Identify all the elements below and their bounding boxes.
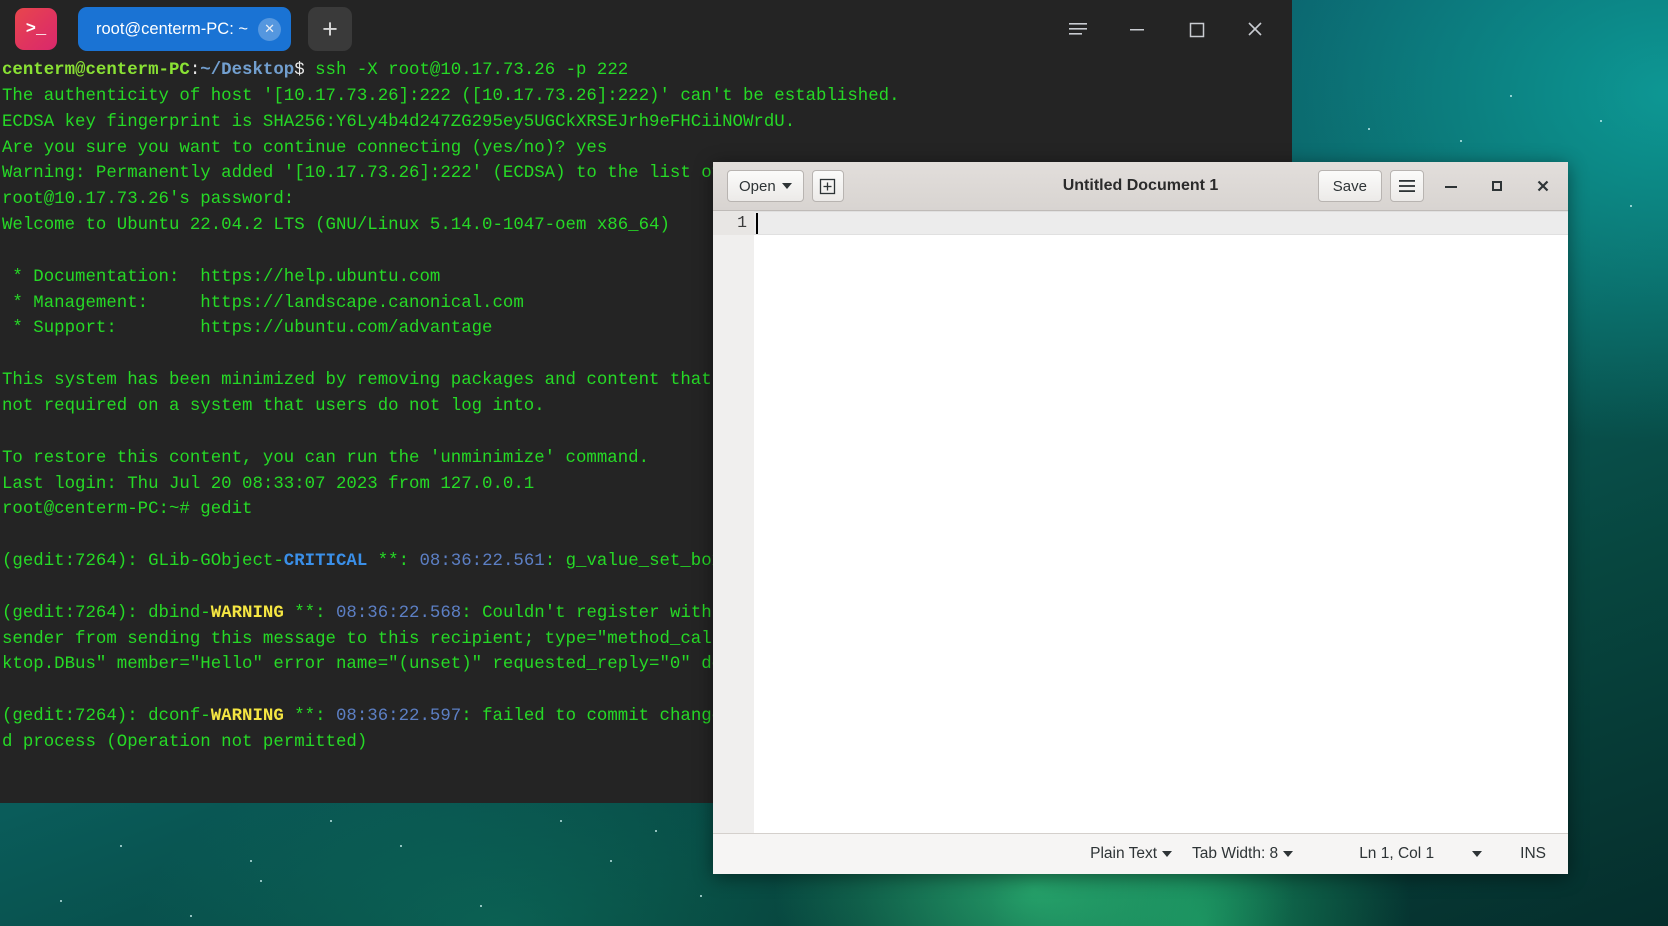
- plus-icon: +: [322, 13, 338, 44]
- save-button-label: Save: [1332, 177, 1367, 195]
- save-button[interactable]: Save: [1317, 170, 1382, 202]
- maximize-icon[interactable]: [1478, 167, 1516, 205]
- wallpaper-star: [1460, 140, 1462, 142]
- language-label: Plain Text: [1090, 845, 1158, 862]
- cursor-position: Ln 1, Col 1: [1359, 845, 1434, 863]
- terminal-text: sender from sending this message to this…: [2, 629, 827, 649]
- terminal-titlebar: >_ root@centerm-PC: ~ ✕ +: [0, 0, 1292, 58]
- wallpaper-star: [1630, 205, 1632, 207]
- gedit-header-right: Save: [1317, 167, 1562, 205]
- terminal-window-controls: [1048, 0, 1284, 58]
- new-document-icon[interactable]: [811, 170, 844, 202]
- terminal-line: ECDSA key fingerprint is SHA256:Y6Ly4b4d…: [2, 110, 1292, 136]
- terminal-text: WARNING: [210, 603, 284, 623]
- open-button-label: Open: [739, 177, 776, 195]
- terminal-text: WARNING: [210, 707, 284, 727]
- terminal-text: (gedit:7264): GLib-GObject-: [2, 552, 284, 572]
- wallpaper-star: [480, 905, 482, 907]
- new-tab-button[interactable]: +: [308, 7, 353, 51]
- wallpaper-star: [1510, 95, 1512, 97]
- terminal-text: (gedit:7264): dconf-: [2, 707, 211, 727]
- terminal-text: **:: [367, 552, 420, 572]
- terminal-text: ECDSA key fingerprint is SHA256:Y6Ly4b4d…: [2, 112, 796, 132]
- terminal-text: ktop.DBus" member="Hello" error name="(u…: [2, 655, 785, 675]
- terminal-text: $: [294, 61, 305, 80]
- terminal-line: The authenticity of host '[10.17.73.26]:…: [2, 84, 1292, 110]
- terminal-text: * Support: https://ubuntu.com/advantage: [2, 319, 493, 339]
- wallpaper-star: [560, 820, 562, 822]
- terminal-text: Are you sure you want to continue connec…: [2, 138, 608, 158]
- chevron-down-icon: [1283, 851, 1294, 857]
- line-number-gutter: 1: [713, 211, 754, 833]
- terminal-text: * Management: https://landscape.canonica…: [2, 293, 524, 313]
- terminal-text: To restore this content, you can run the…: [2, 448, 650, 468]
- terminal-text: Welcome to Ubuntu 22.04.2 LTS (GNU/Linux…: [2, 216, 670, 236]
- wallpaper-star: [60, 900, 62, 902]
- terminal-text: :: [189, 61, 201, 80]
- terminal-icon-glyph: >_: [25, 19, 47, 39]
- insert-mode-label: INS: [1520, 845, 1546, 862]
- close-icon[interactable]: ✕: [258, 17, 282, 41]
- terminal-text: not required on a system that users do n…: [2, 396, 545, 416]
- wallpaper-star: [120, 845, 122, 847]
- terminal-text: 08:36:22.568: [335, 603, 462, 623]
- close-icon[interactable]: [1225, 0, 1284, 58]
- terminal-text: **:: [283, 707, 336, 727]
- terminal-text: * Documentation: https://help.ubuntu.com: [2, 267, 441, 287]
- terminal-text: d process (Operation not permitted): [2, 732, 368, 752]
- hamburger-menu-icon[interactable]: [1048, 0, 1107, 58]
- chevron-down-icon: [781, 183, 792, 189]
- terminal-tab-label: root@centerm-PC: ~: [96, 19, 249, 38]
- gedit-editor-container: 1: [713, 211, 1568, 833]
- terminal-text: ssh -X root@10.17.73.26 -p 222: [304, 61, 629, 80]
- wallpaper-star: [190, 915, 192, 917]
- close-icon[interactable]: [1524, 167, 1562, 205]
- terminal-text: root@centerm-PC:~# gedit: [2, 500, 253, 520]
- terminal-text: This system has been minimized by removi…: [2, 371, 754, 391]
- terminal-text: **:: [283, 603, 336, 623]
- terminal-text: CRITICAL: [283, 552, 368, 572]
- minimize-icon[interactable]: [1432, 167, 1470, 205]
- gedit-statusbar: Plain Text Tab Width: 8 Ln 1, Col 1 INS: [713, 833, 1568, 874]
- terminal-text: 08:36:22.561: [419, 552, 545, 572]
- text-editor-area[interactable]: [754, 211, 1568, 833]
- line-number-1: 1: [713, 211, 754, 235]
- maximize-icon[interactable]: [1166, 0, 1225, 58]
- insert-mode-indicator: INS: [1520, 845, 1546, 863]
- terminal-text: Last login: Thu Jul 20 08:33:07 2023 fro…: [2, 474, 535, 494]
- gedit-headerbar: Open Untitled Document 1 Save: [713, 162, 1568, 211]
- terminal-text: root@10.17.73.26's password:: [2, 190, 295, 210]
- open-button[interactable]: Open: [727, 170, 804, 202]
- tab-width-selector[interactable]: Tab Width: 8: [1192, 845, 1294, 863]
- minimize-icon[interactable]: [1107, 0, 1166, 58]
- gedit-window: Open Untitled Document 1 Save 1 Plain Te…: [713, 162, 1568, 874]
- cursor-position-label: Ln 1, Col 1: [1359, 845, 1435, 862]
- terminal-text: 08:36:22.597: [335, 707, 462, 727]
- terminal-line: Are you sure you want to continue connec…: [2, 136, 1292, 162]
- chevron-down-icon: [1162, 851, 1173, 857]
- terminal-line: centerm@centerm-PC:~/Desktop$ ssh -X roo…: [2, 58, 1292, 84]
- text-cursor: [756, 213, 758, 234]
- terminal-icon: >_: [15, 8, 57, 50]
- chevron-down-icon[interactable]: [1472, 851, 1483, 857]
- terminal-tab[interactable]: root@centerm-PC: ~ ✕: [78, 7, 292, 51]
- wallpaper-star: [610, 860, 612, 862]
- terminal-text: The authenticity of host '[10.17.73.26]:…: [2, 86, 900, 106]
- terminal-text: (gedit:7264): dbind-: [2, 603, 211, 623]
- wallpaper-star: [250, 860, 252, 862]
- hamburger-menu-icon[interactable]: [1390, 170, 1424, 202]
- terminal-text: centerm@centerm-PC: [2, 61, 190, 80]
- terminal-text: ~/Desktop: [200, 61, 295, 80]
- wallpaper-star: [655, 830, 657, 832]
- wallpaper-star: [400, 845, 402, 847]
- language-selector[interactable]: Plain Text: [1090, 845, 1173, 863]
- wallpaper-star: [1368, 128, 1370, 130]
- tab-width-label: Tab Width: 8: [1192, 845, 1279, 862]
- wallpaper-star: [1600, 120, 1602, 122]
- current-line-highlight: [754, 211, 1568, 235]
- wallpaper-star: [260, 880, 262, 882]
- wallpaper-star: [330, 820, 332, 822]
- wallpaper-star: [700, 895, 702, 897]
